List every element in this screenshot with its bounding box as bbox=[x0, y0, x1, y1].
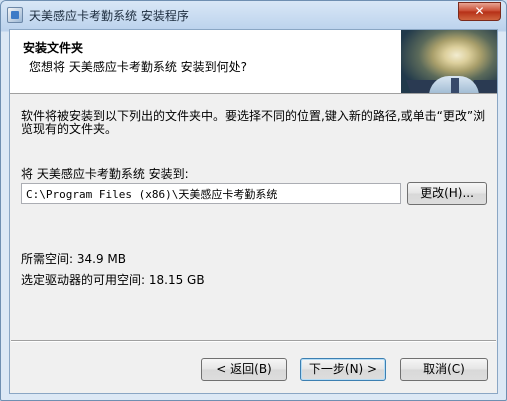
next-button[interactable]: 下一步(N) > bbox=[300, 358, 386, 381]
header-banner-image bbox=[401, 30, 497, 93]
title-bar: 天美感应卡考勤系统 安装程序 ✕ bbox=[1, 1, 506, 29]
install-to-label: 将 天美感应卡考勤系统 安装到: bbox=[21, 167, 189, 181]
installer-window: 天美感应卡考勤系统 安装程序 ✕ 安装文件夹 您想将 天美感应卡考勤系统 安装到… bbox=[0, 0, 507, 401]
install-path-input[interactable] bbox=[21, 183, 401, 204]
back-button[interactable]: < 返回(B) bbox=[201, 358, 287, 381]
wizard-header: 安装文件夹 您想将 天美感应卡考勤系统 安装到何处? bbox=[10, 30, 497, 94]
change-folder-button[interactable]: 更改(H)... bbox=[407, 182, 487, 205]
close-button[interactable]: ✕ bbox=[458, 2, 501, 21]
installer-app-icon bbox=[7, 7, 23, 23]
footer-divider bbox=[11, 340, 496, 342]
header-title: 安装文件夹 bbox=[23, 41, 84, 55]
cancel-button[interactable]: 取消(C) bbox=[400, 358, 488, 381]
space-available-text: 选定驱动器的可用空间: 18.15 GB bbox=[21, 273, 205, 287]
space-required-text: 所需空间: 34.9 MB bbox=[21, 252, 126, 266]
header-subtitle: 您想将 天美感应卡考勤系统 安装到何处? bbox=[29, 60, 247, 74]
description-text: 软件将被安装到以下列出的文件夹中。要选择不同的位置,键入新的路径,或单击“更改”… bbox=[21, 109, 486, 136]
dialog-client-area: 安装文件夹 您想将 天美感应卡考勤系统 安装到何处? 软件将被安装到以下列出的文… bbox=[9, 29, 498, 394]
window-title: 天美感应卡考勤系统 安装程序 bbox=[29, 9, 189, 23]
